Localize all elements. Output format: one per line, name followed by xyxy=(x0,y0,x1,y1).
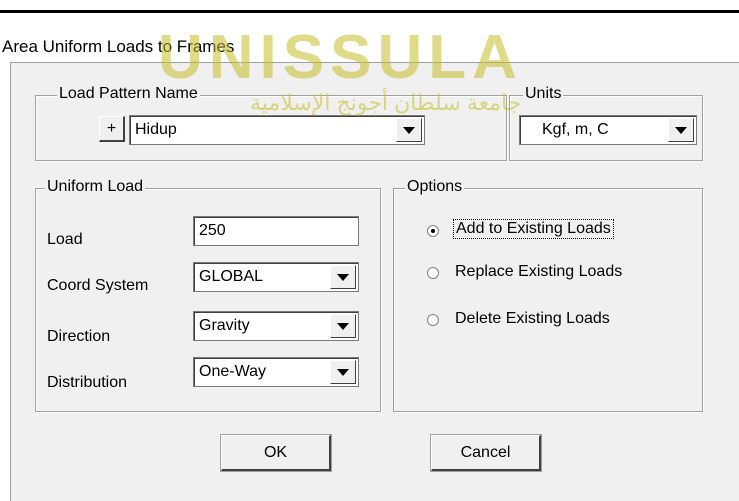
chevron-down-icon xyxy=(337,273,349,281)
direction-dropdown[interactable] xyxy=(330,314,356,338)
ok-button-label: OK xyxy=(263,443,288,461)
ok-button[interactable]: OK xyxy=(221,435,331,471)
delete-existing-label[interactable]: Delete Existing Loads xyxy=(455,310,610,328)
coord-system-value: GLOBAL xyxy=(199,268,264,285)
load-input[interactable] xyxy=(193,216,359,246)
units-dropdown[interactable] xyxy=(668,118,694,142)
units-select[interactable]: Kgf, m, C xyxy=(519,115,697,145)
replace-existing-radio[interactable] xyxy=(427,267,439,279)
load-pattern-value: Hidup xyxy=(135,121,177,138)
direction-value: Gravity xyxy=(199,317,250,334)
chevron-down-icon xyxy=(403,126,415,134)
load-pattern-dropdown[interactable] xyxy=(396,118,422,142)
uniform-load-legend: Uniform Load xyxy=(45,178,146,196)
chevron-down-icon xyxy=(675,126,687,134)
direction-label: Direction xyxy=(47,328,111,345)
distribution-select[interactable]: One-Way xyxy=(193,357,359,387)
cancel-button[interactable]: Cancel xyxy=(431,435,541,471)
options-legend: Options xyxy=(405,178,465,196)
distribution-dropdown[interactable] xyxy=(330,360,356,384)
distribution-value: One-Way xyxy=(199,363,266,380)
plus-icon: + xyxy=(106,119,117,137)
direction-select[interactable]: Gravity xyxy=(193,311,359,341)
distribution-label: Distribution xyxy=(47,374,128,391)
chevron-down-icon xyxy=(337,322,349,330)
replace-existing-label[interactable]: Replace Existing Loads xyxy=(455,263,622,281)
coord-system-select[interactable]: GLOBAL xyxy=(193,262,359,292)
coord-system-label: Coord System xyxy=(47,277,149,294)
cancel-button-label: Cancel xyxy=(460,443,511,461)
load-pattern-select[interactable]: Hidup xyxy=(129,115,425,145)
load-label: Load xyxy=(47,231,83,248)
add-to-existing-radio[interactable] xyxy=(427,225,439,237)
add-load-pattern-button[interactable]: + xyxy=(99,116,125,142)
add-to-existing-label[interactable]: Add to Existing Loads xyxy=(453,219,614,239)
dialog-body: Load Pattern Name + Hidup Units Kgf, m, … xyxy=(10,62,739,501)
load-pattern-legend: Load Pattern Name xyxy=(57,85,200,103)
coord-system-dropdown[interactable] xyxy=(330,265,356,289)
radio-selected-dot xyxy=(431,229,435,233)
units-legend: Units xyxy=(523,85,564,103)
title-bar[interactable]: Area Uniform Loads to Frames xyxy=(0,13,739,61)
window-title: Area Uniform Loads to Frames xyxy=(2,37,235,56)
chevron-down-icon xyxy=(337,368,349,376)
units-value: Kgf, m, C xyxy=(542,121,609,138)
delete-existing-radio[interactable] xyxy=(427,314,439,326)
